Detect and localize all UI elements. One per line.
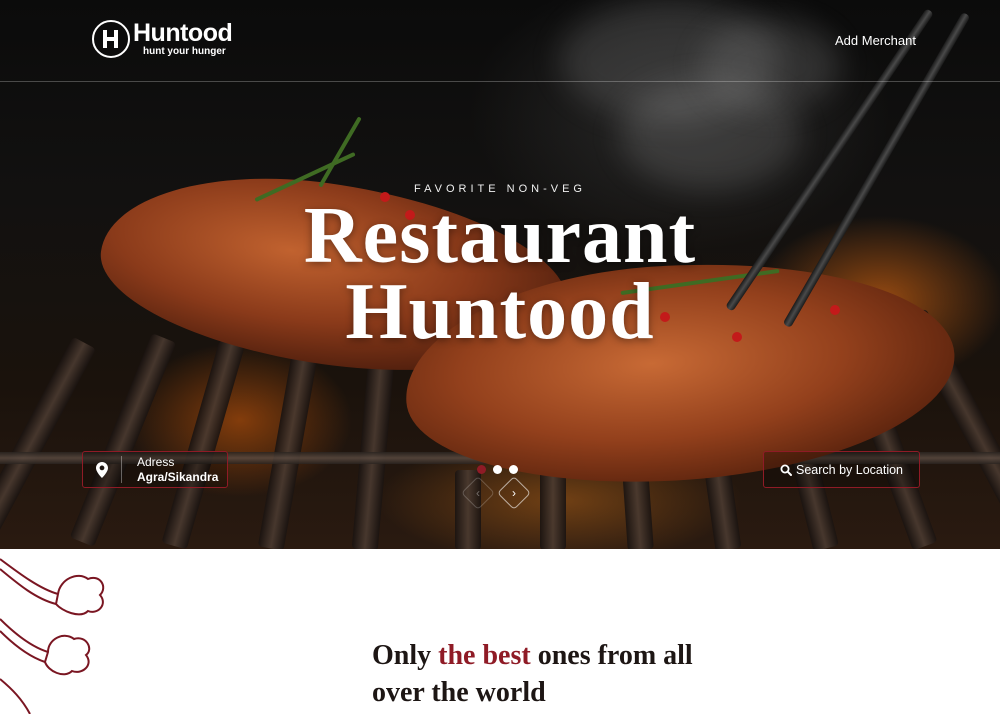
brand-tagline: hunt your hunger: [143, 46, 226, 57]
section-heading: Only the best ones from all over the wor…: [372, 637, 732, 711]
heading-text-start: Only: [372, 640, 439, 671]
drumstick-icon: [0, 558, 105, 714]
brand-text: Huntood hunt your hunger: [133, 19, 233, 57]
heading-accent-text: the best: [438, 640, 531, 671]
slider-dot[interactable]: [493, 465, 502, 474]
heading-text-line2: over the world: [372, 677, 546, 708]
heading-text-end: ones from all: [530, 640, 693, 671]
search-button-label: Search by Location: [795, 462, 903, 477]
slider-dot[interactable]: [509, 465, 518, 474]
grill-bar: [257, 349, 319, 549]
brand-logo[interactable]: Huntood hunt your hunger: [92, 19, 233, 58]
brand-name: Huntood: [133, 19, 233, 47]
rosemary-decoration: [318, 116, 362, 188]
chevron-left-icon: ‹: [476, 486, 480, 500]
map-pin-icon: [83, 452, 121, 487]
intro-section: Only the best ones from all over the wor…: [0, 549, 1000, 714]
search-icon: [780, 464, 792, 476]
address-value: Agra/Sikandra: [137, 470, 219, 484]
address-divider: [121, 456, 122, 483]
logo-h-icon: [92, 20, 130, 58]
slider-pagination: [477, 465, 518, 474]
hero-title-line2: Huntood: [345, 268, 655, 356]
address-label: Adress: [137, 455, 175, 469]
add-merchant-link[interactable]: Add Merchant: [835, 33, 916, 48]
address-selector[interactable]: Adress Agra/Sikandra: [82, 451, 228, 488]
search-by-location-button[interactable]: Search by Location: [763, 451, 920, 488]
grill-bar: [540, 470, 566, 549]
grill-bar: [161, 340, 245, 549]
hero-title: Restaurant Huntood: [0, 192, 1000, 356]
top-navbar: Huntood hunt your hunger Add Merchant: [0, 0, 1000, 82]
hero-title-line1: Restaurant: [303, 192, 697, 280]
chevron-right-icon: ›: [512, 486, 516, 500]
slider-dot[interactable]: [477, 465, 486, 474]
grill-bar: [704, 468, 742, 549]
